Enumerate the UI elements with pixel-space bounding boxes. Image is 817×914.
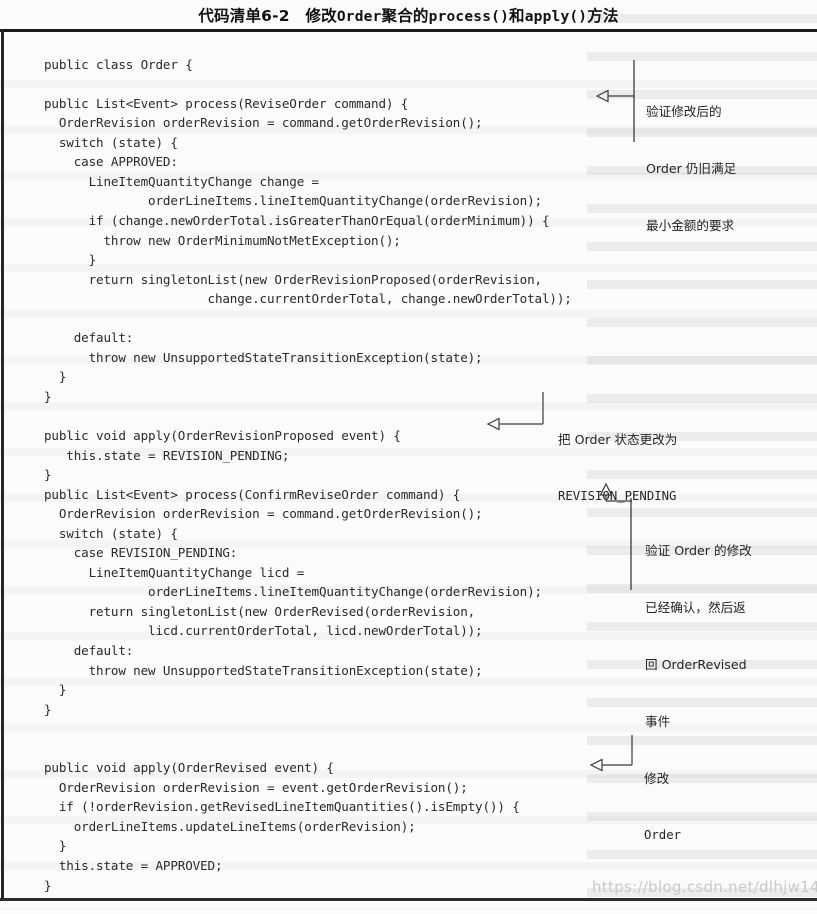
annotation-confirm-revision-line-3: 回 OrderRevised [645, 657, 747, 672]
annotation-confirm-revision-line-1: 验证 Order 的修改 [645, 543, 752, 558]
code-line-11: } [44, 252, 97, 268]
code-line-18: } [44, 388, 52, 404]
code-line-16: throw new UnsupportedStateTransitionExce… [44, 349, 483, 365]
code-line-1: public class Order { [44, 56, 193, 72]
listing-bottom-rule [0, 898, 817, 901]
code-line-4: OrderRevision orderRevision = command.ge… [44, 115, 483, 131]
annotation-validate-minimum-line-2: Order 仍旧满足 [646, 161, 737, 176]
code-line-40: orderLineItems.updateLineItems(orderRevi… [44, 818, 416, 834]
caption-mono-order: Order [336, 9, 382, 25]
code-line-37: public void apply(OrderRevised event) { [44, 760, 334, 776]
caption-gap [290, 7, 306, 25]
caption-mono-process: process() [428, 9, 510, 25]
caption-text-1: 修改 [305, 7, 337, 25]
code-line-8: orderLineItems.lineItemQuantityChange(or… [44, 193, 542, 209]
code-line-42: this.state = APPROVED; [44, 858, 223, 874]
code-line-26: case REVISION_PENDING: [44, 545, 238, 561]
code-line-28: orderLineItems.lineItemQuantityChange(or… [44, 584, 542, 600]
callout-line-revise-order [589, 735, 640, 777]
caption-number: 代码清单6-2 [198, 7, 290, 25]
caption-text-2: 聚合的 [381, 7, 429, 25]
code-line-32: throw new UnsupportedStateTransitionExce… [44, 662, 483, 678]
code-line-12: return singletonList(new OrderRevisionPr… [44, 271, 543, 287]
listing-left-border [1, 29, 4, 901]
code-line-29: return singletonList(new OrderRevised(or… [44, 603, 476, 619]
caption-underline-rule [0, 29, 817, 32]
code-line-31: default: [44, 643, 134, 658]
code-line-39: if (!orderRevision.getRevisedLineItemQua… [44, 799, 520, 815]
code-line-23: public List<Event> process(ConfirmRevise… [44, 486, 461, 502]
code-line-30: licd.currentOrderTotal, licd.newOrderTot… [44, 623, 483, 639]
code-line-13: change.currentOrderTotal, change.newOrde… [44, 291, 572, 307]
document-page: 代码清单6-2 修改Order聚合的process()和apply()方法 pu… [0, 0, 817, 914]
annotation-revise-order-line-1: 修改 [644, 771, 670, 786]
code-line-15: default: [44, 330, 134, 346]
callout-line-change-state [486, 392, 549, 434]
callout-bracket-validate-minimum [632, 60, 636, 142]
annotation-confirm-revision: 验证 Order 的修改 已经确认，然后返 回 OrderRevised 事件 [645, 503, 752, 769]
code-line-38: OrderRevision orderRevision = event.getO… [44, 779, 468, 795]
caption-text-3: 和 [509, 7, 525, 25]
annotation-revise-order: 修改 Order [644, 731, 681, 883]
code-line-3: public List<Event> process(ReviseOrder c… [44, 95, 409, 111]
listing-caption: 代码清单6-2 修改Order聚合的process()和apply()方法 [0, 4, 817, 26]
code-line-7: LineItemQuantityChange change = [44, 173, 320, 189]
code-line-34: } [44, 701, 52, 717]
code-line-27: LineItemQuantityChange licd = [44, 564, 305, 580]
code-line-17: } [44, 369, 67, 385]
code-line-21: this.state = REVISION_PENDING; [44, 447, 290, 463]
caption-mono-apply: apply() [524, 9, 588, 25]
code-line-6: case APPROVED: [44, 154, 178, 170]
callout-bracket-confirm-revision [629, 498, 633, 590]
csdn-watermark: https://blog.csdn.net/dlhjw1412 [592, 878, 817, 896]
annotation-confirm-revision-line-4: 事件 [645, 714, 671, 729]
annotation-validate-minimum-line-3: 最小金额的要求 [646, 218, 735, 233]
code-listing: public class Order { public List<Event> … [44, 55, 604, 896]
annotation-validate-minimum: 验证修改后的 Order 仍旧满足 最小金额的要求 [646, 64, 736, 273]
code-line-25: switch (state) { [44, 525, 178, 541]
code-line-41: } [44, 838, 67, 854]
annotation-change-state-line-1: 把 Order 状态更改为 [558, 432, 678, 447]
code-line-5: switch (state) { [44, 134, 178, 150]
code-line-22: } [44, 467, 52, 483]
callout-line-confirm-revision [596, 482, 648, 507]
annotation-revise-order-line-2: Order [644, 828, 682, 842]
code-line-10: throw new OrderMinimumNotMetException(); [44, 232, 401, 248]
code-line-9: if (change.newOrderTotal.isGreaterThanOr… [44, 212, 550, 228]
annotation-confirm-revision-line-2: 已经确认，然后返 [645, 600, 746, 615]
code-line-43: } [44, 877, 52, 893]
code-line-24: OrderRevision orderRevision = command.ge… [44, 506, 483, 522]
code-line-33: } [44, 682, 67, 698]
annotation-validate-minimum-line-1: 验证修改后的 [646, 104, 722, 119]
caption-text-4: 方法 [587, 7, 619, 25]
